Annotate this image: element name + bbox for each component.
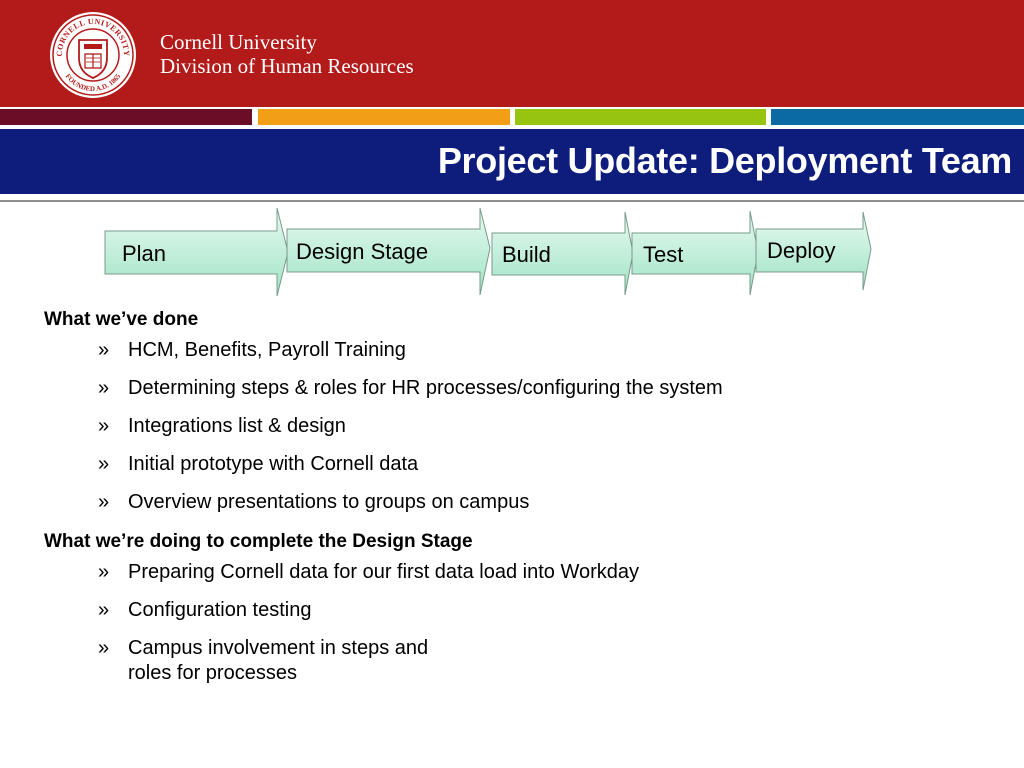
bullet-icon: » bbox=[98, 561, 110, 583]
done-list: » HCM, Benefits, Payroll Training » Determ… bbox=[44, 338, 1004, 515]
step-label-design: Design Stage bbox=[296, 239, 428, 264]
bullet-icon: » bbox=[98, 491, 110, 513]
step-label-plan: Plan bbox=[122, 241, 166, 266]
step-label-deploy: Deploy bbox=[767, 238, 835, 263]
list-item: » Preparing Cornell data for our first da… bbox=[98, 561, 640, 583]
cornell-seal-icon: CORNELL UNIVERSITY FOUNDED A.D. 1865 bbox=[50, 12, 136, 98]
divider-line bbox=[0, 200, 1024, 202]
section-heading-done: What we’ve done bbox=[44, 309, 199, 330]
list-item: » Campus involvement in steps and roles f… bbox=[98, 637, 429, 684]
header-banner: CORNELL UNIVERSITY FOUNDED A.D. 1865 Cor… bbox=[0, 0, 1024, 107]
section-heading-doing: What we’re doing to complete the Design … bbox=[44, 531, 473, 552]
university-name: Cornell University bbox=[160, 30, 317, 54]
stripe-blue bbox=[771, 109, 1024, 125]
list-item: » Initial prototype with Cornell data bbox=[98, 453, 419, 475]
step-label-build: Build bbox=[502, 242, 551, 267]
color-stripes bbox=[0, 107, 1024, 127]
bullet-icon: » bbox=[98, 377, 110, 399]
bullet-icon: » bbox=[98, 339, 110, 361]
slide-content: What we’ve done » HCM, Benefits, Payroll … bbox=[44, 306, 1004, 699]
list-item: » Integrations list & design bbox=[98, 415, 346, 437]
division-name: Division of Human Resources bbox=[160, 54, 414, 78]
process-step-plan: Plan bbox=[104, 207, 289, 297]
doing-list: » Preparing Cornell data for our first da… bbox=[44, 560, 1004, 686]
process-flow: Plan Design Stage Build Test Deploy bbox=[104, 207, 872, 297]
process-step-test: Test bbox=[631, 210, 759, 296]
process-step-deploy: Deploy bbox=[755, 211, 872, 291]
stripe-orange bbox=[258, 109, 510, 125]
list-item: » Configuration testing bbox=[98, 599, 312, 621]
stripe-green bbox=[515, 109, 766, 125]
bullet-icon: » bbox=[98, 453, 110, 475]
process-step-build: Build bbox=[491, 211, 634, 296]
list-item: » Determining steps & roles for HR proces… bbox=[98, 377, 723, 399]
title-bar: Project Update: Deployment Team bbox=[0, 129, 1024, 194]
step-label-test: Test bbox=[643, 242, 683, 267]
organization-name: Cornell University Division of Human Res… bbox=[160, 30, 414, 78]
bullet-icon: » bbox=[98, 599, 110, 621]
process-step-design: Design Stage bbox=[286, 207, 491, 296]
stripe-maroon bbox=[0, 109, 252, 125]
bullet-icon: » bbox=[98, 637, 110, 659]
bullet-icon: » bbox=[98, 415, 110, 437]
slide-title: Project Update: Deployment Team bbox=[437, 140, 1012, 181]
list-item: » HCM, Benefits, Payroll Training bbox=[98, 339, 406, 361]
list-item: » Overview presentations to groups on cam… bbox=[98, 491, 530, 513]
